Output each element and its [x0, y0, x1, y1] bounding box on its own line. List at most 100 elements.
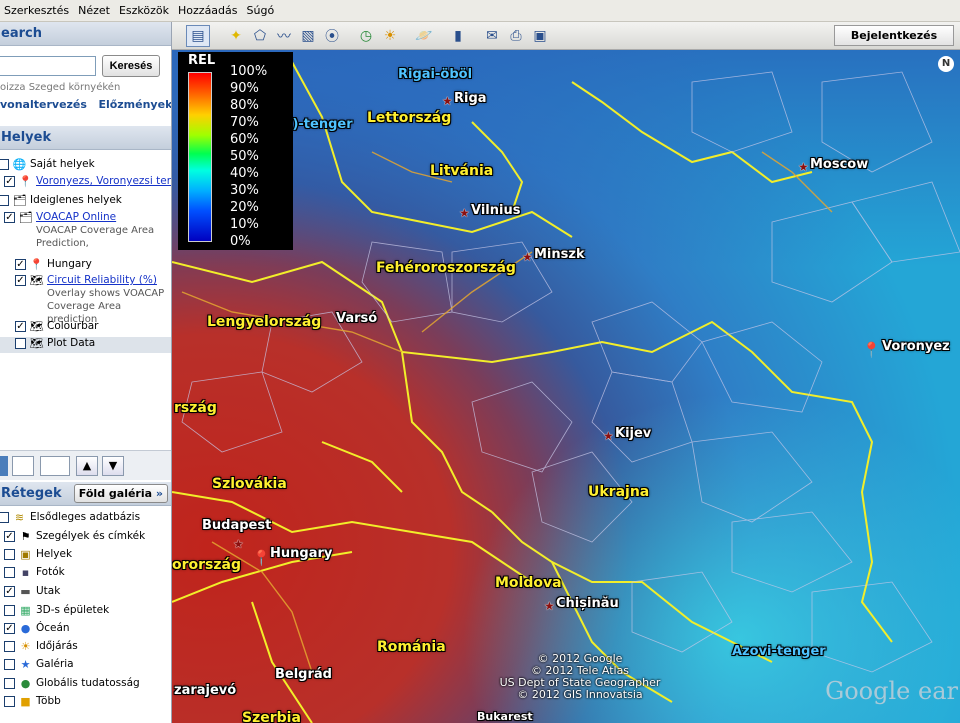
- places-toolbar: ▲ ▼: [0, 450, 171, 480]
- visibility-checkbox[interactable]: ✓: [4, 212, 15, 223]
- label-moldova: Moldova: [495, 575, 562, 591]
- legend-title: REL: [188, 53, 216, 68]
- visibility-checkbox[interactable]: ✓: [15, 259, 26, 270]
- print-icon[interactable]: ⎙: [504, 25, 528, 47]
- layer-weather[interactable]: ☀ Időjárás: [4, 640, 78, 653]
- label-partial-country: rszág: [174, 400, 217, 416]
- city-marker-moscow: ★: [798, 160, 809, 174]
- building-icon: ▦: [20, 604, 31, 617]
- expand-toggle[interactable]: [0, 159, 9, 170]
- tree-item-circuit-reliability[interactable]: ✓ 🗺 Circuit Reliability (%) Overlay show…: [15, 274, 171, 326]
- route-planning-link[interactable]: vonaltervezés: [0, 98, 87, 111]
- menu-view[interactable]: Nézet: [78, 4, 110, 17]
- layer-ocean[interactable]: ✓ ● Óceán: [4, 622, 70, 635]
- save-image-icon[interactable]: ▣: [528, 25, 552, 47]
- city-marker-budapest: ★: [233, 537, 244, 551]
- record-tour-icon[interactable]: ⦿: [320, 25, 344, 47]
- earth-gallery-button[interactable]: Föld galéria »: [73, 484, 168, 503]
- pushpin-icon[interactable]: 📍: [862, 341, 881, 359]
- tree-item-hungary[interactable]: ✓ 📍 Hungary: [15, 258, 92, 271]
- planet-icon[interactable]: 🪐: [412, 25, 436, 47]
- places-tree: 🌐 Saját helyek ✓ 📍 Voronyezs, Voronyezsi…: [0, 154, 171, 450]
- label-chisinau: Chișinău: [556, 596, 619, 611]
- search-input[interactable]: [0, 56, 96, 76]
- email-icon[interactable]: ✉: [480, 25, 504, 47]
- label-moscow: Moscow: [810, 157, 869, 172]
- label-poland: Lengyelország: [207, 314, 322, 330]
- map-attribution: © 2012 Google © 2012 Tele Atlas US Dept …: [499, 652, 661, 701]
- overlay-icon: 🗺: [29, 320, 44, 333]
- places-icon: ▣: [20, 548, 31, 561]
- sidebar-toggle-icon[interactable]: ▤: [186, 24, 210, 47]
- tree-item-voacap-online[interactable]: ✓ 🗂 VOACAP Online VOACAP Coverage Area P…: [4, 211, 156, 250]
- layer-more[interactable]: ■ Több: [4, 695, 61, 708]
- add-polygon-icon[interactable]: ⬠: [248, 25, 272, 47]
- legend-tick: 90%: [230, 81, 259, 96]
- ocean-globe-icon: ●: [20, 622, 31, 635]
- label-kyiv: Kijev: [615, 426, 652, 441]
- add-overlay-icon[interactable]: ▧: [296, 25, 320, 47]
- ruler-icon[interactable]: ▮: [446, 25, 470, 47]
- tree-item-colourbar[interactable]: ✓ 🗺 Colourbar: [15, 320, 99, 333]
- legend-tick: 60%: [230, 132, 259, 147]
- search-links: vonaltervezés Előzmények: [0, 96, 171, 116]
- tree-item-voronyezs[interactable]: ✓ 📍 Voronyezs, Voronyezsi terül: [4, 175, 171, 188]
- menu-help[interactable]: Súgó: [247, 4, 275, 17]
- item-description: VOACAP Coverage Area Prediction,: [36, 225, 155, 249]
- add-path-icon[interactable]: 〰: [272, 25, 296, 47]
- visibility-checkbox[interactable]: ✓: [15, 321, 26, 332]
- folder-icon: 🗂: [12, 194, 27, 207]
- layer-3d-buildings[interactable]: ▦ 3D-s épületek: [4, 604, 109, 617]
- places-panel-header[interactable]: Helyek: [0, 126, 171, 150]
- compass-north[interactable]: N: [938, 56, 954, 72]
- visibility-checkbox[interactable]: ✓: [4, 176, 15, 187]
- layers-title[interactable]: Rétegek: [1, 486, 62, 505]
- label-gulf-of-riga: Rigai-öböl: [398, 67, 473, 82]
- city-marker-minsk: ★: [522, 250, 533, 264]
- legend-tick: 100%: [230, 64, 268, 79]
- pushpin-icon[interactable]: 📍: [252, 549, 271, 567]
- label-lithuania: Litvánia: [430, 163, 494, 179]
- menu-tools[interactable]: Eszközök: [119, 4, 169, 17]
- historical-imagery-icon[interactable]: ◷: [354, 25, 378, 47]
- sign-in-button[interactable]: Bejelentkezés: [834, 25, 954, 46]
- visibility-checkbox[interactable]: ✓: [15, 275, 26, 286]
- expand-toggle[interactable]: [0, 195, 9, 206]
- move-down-button[interactable]: ▼: [102, 455, 124, 476]
- layer-primary-database[interactable]: ≋ Elsődleges adatbázis: [0, 511, 140, 524]
- map-toolbar: ▤ ✦ ⬠ 〰 ▧ ⦿ ◷ ☀ 🪐 ▮ ✉ ⎙ ▣ Bejelentkezés: [172, 22, 960, 50]
- legend-tick: 30%: [230, 183, 259, 198]
- legend-tick: 20%: [230, 200, 259, 215]
- layer-roads[interactable]: ✓ ▬ Utak: [4, 585, 60, 598]
- history-link[interactable]: Előzmények: [98, 98, 171, 111]
- label-warsaw: Varsó: [336, 311, 378, 326]
- sidebar: earch Keresés oizza Szeged környékén von…: [0, 22, 172, 723]
- legend-gradient: [188, 72, 212, 242]
- label-serbia: Szerbia: [242, 710, 301, 723]
- legend-tick: 10%: [230, 217, 259, 232]
- layer-gallery[interactable]: ★ Galéria: [4, 658, 74, 671]
- label-ukraine: Ukrajna: [588, 484, 650, 500]
- move-up-button[interactable]: ▲: [76, 455, 98, 476]
- tree-item-temporary-places[interactable]: 🗂 Ideiglenes helyek: [0, 194, 122, 207]
- legend-tick: 70%: [230, 115, 259, 130]
- layer-places[interactable]: ▣ Helyek: [4, 548, 72, 561]
- tree-item-my-places[interactable]: 🌐 Saját helyek: [0, 158, 95, 171]
- search-hint: oizza Szeged környékén: [0, 82, 121, 93]
- visibility-checkbox[interactable]: [15, 338, 26, 349]
- colourbar-legend: REL 100% 90% 80% 70% 60% 50% 40% 30% 20%…: [178, 52, 293, 250]
- search-panel-header[interactable]: earch: [0, 22, 171, 46]
- label-hungary-pin: Hungary: [270, 546, 333, 561]
- search-button[interactable]: Keresés: [102, 55, 160, 77]
- tree-item-plot-data[interactable]: 🗺 Plot Data: [0, 337, 171, 353]
- sunlight-icon[interactable]: ☀: [378, 25, 402, 47]
- menu-edit[interactable]: Szerkesztés: [4, 4, 69, 17]
- add-placemark-icon[interactable]: ✦: [224, 25, 248, 47]
- sidebar-toggle-button[interactable]: [12, 455, 34, 476]
- layer-photos[interactable]: ▪ Fotók: [4, 566, 65, 579]
- opacity-field[interactable]: [40, 455, 70, 476]
- panel-toggle-button[interactable]: [0, 455, 8, 476]
- menu-add[interactable]: Hozzáadás: [178, 4, 238, 17]
- layer-borders-labels[interactable]: ✓ ⚑ Szegélyek és címkék: [4, 530, 145, 543]
- layer-global-awareness[interactable]: ● Globális tudatosság: [4, 677, 140, 690]
